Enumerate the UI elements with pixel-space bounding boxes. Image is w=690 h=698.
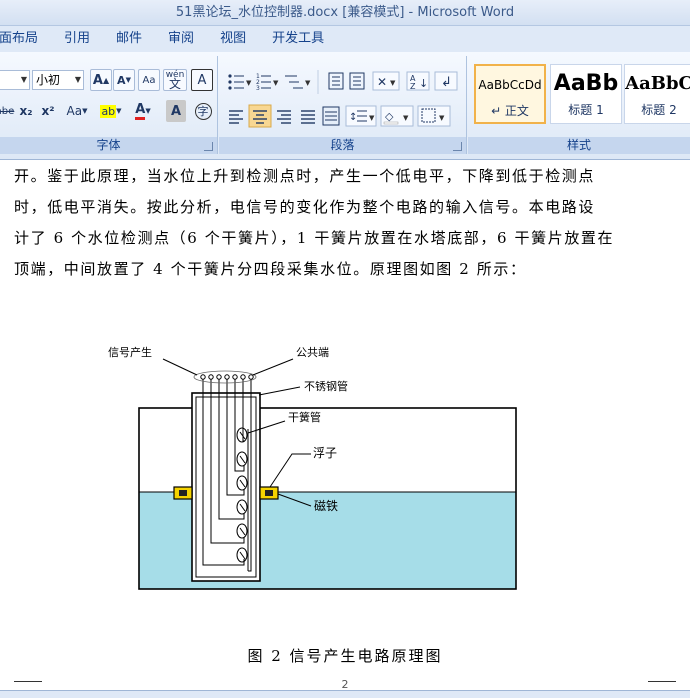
ribbon-tabs: 面布局 引用 邮件 审阅 视图 开发工具: [0, 26, 690, 52]
figure-caption: 图 2 信号产生电路原理图: [247, 647, 443, 665]
svg-text:↲: ↲: [441, 75, 452, 90]
svg-text:▼: ▼: [305, 79, 311, 87]
signal-circuit-diagram: 信号产生 公共端 不锈钢管 干簧管 浮子 磁铁: [108, 345, 517, 590]
shrink-font-button[interactable]: A ▼: [113, 69, 135, 91]
terminals: [200, 374, 254, 380]
show-marks-icon[interactable]: ↲: [434, 71, 458, 91]
phonetic-guide-button[interactable]: wén 文: [163, 69, 187, 91]
enclose-chars-button[interactable]: 字: [192, 100, 214, 122]
style-heading-2[interactable]: AaBbC 标题 2: [624, 64, 690, 124]
status-edge: [0, 690, 690, 698]
label-common-terminal: 公共端: [296, 346, 329, 359]
svg-text:▼: ▼: [439, 114, 445, 122]
font-size-combo[interactable]: 小初 ▼: [32, 70, 84, 90]
styles-group-label: 样式: [468, 137, 690, 154]
magnet-left-core: [179, 490, 187, 496]
tab-developer[interactable]: 开发工具: [259, 26, 337, 52]
svg-text:Z: Z: [410, 82, 416, 91]
label-magnet: 磁铁: [314, 498, 338, 513]
svg-text:◇: ◇: [385, 110, 394, 123]
svg-text:↓: ↓: [419, 77, 428, 90]
multilevel-list-icon[interactable]: ▼: [285, 75, 311, 89]
font-name-combo[interactable]: ▼: [0, 70, 30, 90]
ribbon: ▼ 小初▼ A▲ A▼ Aa wén文 A abe x₂ x² Aa▼ ab▼ …: [0, 52, 690, 160]
decrease-indent-icon[interactable]: [328, 72, 344, 90]
grow-font-button[interactable]: A ▲: [90, 69, 112, 91]
tab-page-layout[interactable]: 面布局: [0, 26, 51, 52]
svg-text:✕: ✕: [377, 75, 387, 89]
title-bar: 51黑论坛_水位控制器.docx [兼容模式] - Microsoft Word: [0, 0, 690, 26]
magnet-right-core: [265, 490, 273, 496]
font-group: ▼ 小初▼ A▲ A▼ Aa wén文 A abe x₂ x² Aa▼ ab▼ …: [0, 56, 218, 154]
steel-pipe: [191, 392, 261, 582]
paragraph-line: 计了 6 个水位检测点（6 个干簧片），1 干簧片放置在水塔底部，6 干簧片放置…: [14, 229, 615, 247]
align-right-icon[interactable]: [277, 110, 291, 124]
borders-icon[interactable]: ▼: [417, 105, 451, 127]
change-case-button[interactable]: Aa ▼: [62, 100, 92, 122]
highlight-button[interactable]: ab ▼: [96, 100, 126, 122]
window-title: 51黑论坛_水位控制器.docx [兼容模式] - Microsoft Word: [175, 5, 515, 20]
sort-icon[interactable]: AZ ↓: [406, 71, 430, 91]
svg-text:▼: ▼: [273, 79, 279, 87]
numbering-icon[interactable]: 123 ▼: [256, 73, 279, 92]
svg-text:3: 3: [256, 85, 260, 92]
word-window: { "window": { "title": "51黑论坛_水位控制器.docx…: [0, 0, 690, 698]
font-color-button[interactable]: A ▼: [128, 100, 158, 122]
paragraph-group: ▼ 123 ▼ ▼ ✕ ▼ A Z ↓ ↲ ↕ ▼ ◇ ▼ ▼ 段落: [219, 56, 467, 154]
page-separator-left: [14, 681, 42, 682]
paragraph-line: 开。鉴于此原理，当水位上升到检测点时，产生一个低电平，下降到低于检测点: [14, 167, 596, 185]
paragraph-line: 时，低电平消失。按此分析，电信号的变化作为整个电路的输入信号。本电路设: [14, 198, 596, 216]
superscript-button[interactable]: x²: [38, 100, 58, 122]
subscript-button[interactable]: x₂: [16, 100, 36, 122]
tab-references[interactable]: 引用: [51, 26, 103, 52]
bullets-icon[interactable]: ▼: [228, 74, 252, 90]
clear-format-button[interactable]: Aa: [138, 69, 160, 91]
tab-view[interactable]: 视图: [207, 26, 259, 52]
label-steel-pipe: 不锈钢管: [304, 379, 348, 393]
shading-icon[interactable]: ◇ ▼: [380, 105, 414, 127]
distributed-icon[interactable]: [322, 106, 340, 126]
svg-text:▼: ▼: [390, 79, 396, 87]
document-page[interactable]: 开。鉴于此原理，当水位上升到检测点时，产生一个低电平，下降到低于检测点 时，低电…: [0, 161, 690, 681]
page-separator-right: [648, 681, 676, 682]
asian-layout-icon[interactable]: ✕ ▼: [372, 71, 400, 91]
strikethrough-button[interactable]: abe: [0, 100, 16, 122]
styles-group: AaBbCcDd ↵ 正文 AaBb 标题 1 AaBbC 标题 2 样式: [468, 56, 690, 154]
svg-text:▼: ▼: [369, 114, 375, 122]
style-heading-1[interactable]: AaBb 标题 1: [550, 64, 622, 124]
line-spacing-icon[interactable]: ↕ ▼: [345, 105, 377, 127]
label-float: 浮子: [313, 446, 337, 460]
align-center-icon[interactable]: [248, 104, 272, 128]
justify-icon[interactable]: [301, 110, 315, 124]
char-shading-button[interactable]: A: [166, 100, 186, 122]
body-paragraph: 开。鉴于此原理，当水位上升到检测点时，产生一个低电平，下降到低于检测点 时，低电…: [14, 161, 664, 285]
tab-mailings[interactable]: 邮件: [103, 26, 155, 52]
increase-indent-icon[interactable]: [349, 72, 365, 90]
paragraph-tools: ▼ 123 ▼ ▼ ✕ ▼ AZ ↓ ↲ ↕ ▼ ◇ ▼ ▼: [228, 70, 458, 128]
font-group-label: 字体: [0, 137, 217, 154]
label-reed-switch: 干簧管: [288, 410, 321, 424]
align-left-icon[interactable]: [229, 110, 243, 124]
tab-review[interactable]: 审阅: [155, 26, 207, 52]
style-normal[interactable]: AaBbCcDd ↵ 正文: [474, 64, 546, 124]
font-size-value: 小初: [36, 73, 61, 87]
font-dialog-launcher-icon[interactable]: [204, 142, 213, 151]
svg-text:▼: ▼: [403, 114, 409, 122]
label-signal-source: 信号产生: [108, 345, 152, 359]
svg-text:↕: ↕: [349, 112, 357, 123]
paragraph-line: 顶端，中间放置了 4 个干簧片分四段采集水位。原理图如图 2 所示：: [14, 260, 527, 278]
svg-text:▼: ▼: [246, 79, 252, 87]
char-border-button[interactable]: A: [191, 69, 213, 91]
paragraph-dialog-launcher-icon[interactable]: [453, 142, 462, 151]
paragraph-group-label: 段落: [219, 137, 466, 154]
